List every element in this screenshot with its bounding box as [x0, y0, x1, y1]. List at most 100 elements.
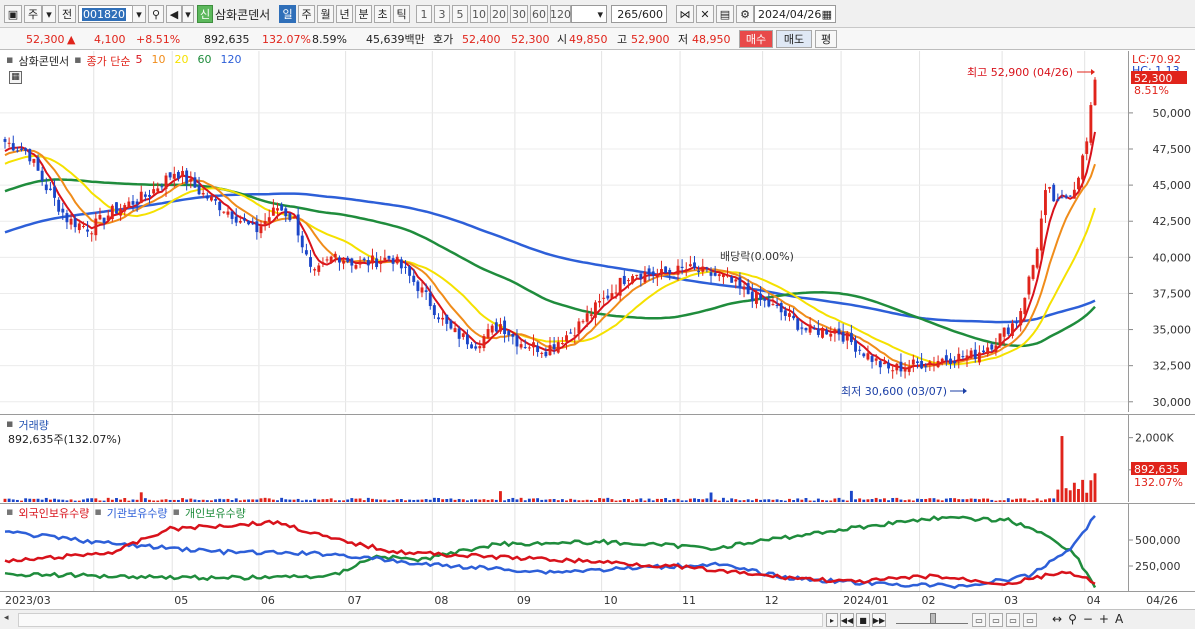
volume-ratio: 132.07%: [262, 32, 311, 46]
volume-bar: [544, 499, 548, 502]
candle-body: [1068, 195, 1072, 197]
expand-icon[interactable]: ↔: [1052, 612, 1062, 626]
candle-body: [717, 274, 721, 277]
ask-label: 호가: [433, 33, 454, 46]
market-selector[interactable]: 주: [24, 5, 42, 23]
count-field[interactable]: 265/600: [611, 5, 667, 23]
legend-ma-5: 5: [135, 53, 143, 66]
candle-body: [916, 361, 919, 363]
period-tab-5[interactable]: 초: [374, 5, 391, 23]
date-field[interactable]: 2024/04/26 ▦: [754, 5, 836, 23]
volume-bar: [371, 498, 374, 502]
period-tab-0[interactable]: 일: [279, 5, 296, 23]
volume-bar: [882, 498, 886, 502]
volume-bar: [412, 499, 416, 502]
last-price-pct: 8.51%: [1134, 84, 1169, 97]
view-icon-3[interactable]: ▭: [1006, 613, 1020, 627]
volume-bar: [391, 499, 395, 502]
volume-bar: [247, 499, 251, 502]
volume-bar: [742, 500, 746, 502]
interval-tab-30[interactable]: 30: [510, 5, 528, 23]
search-icon[interactable]: ⚲: [1068, 612, 1077, 626]
search-icon[interactable]: ⚲: [148, 5, 164, 23]
zoom-in-icon[interactable]: +: [1099, 612, 1109, 626]
view-icon-1[interactable]: ▭: [972, 613, 986, 627]
period-tab-6[interactable]: 틱: [393, 5, 410, 23]
volume-bar: [193, 499, 197, 502]
chart-tool-icon[interactable]: ⋈: [676, 5, 694, 23]
candle-body: [878, 361, 882, 368]
zoom-slider[interactable]: [896, 613, 968, 624]
candle-body: [243, 218, 246, 221]
grid-icon[interactable]: ▦: [9, 71, 22, 84]
volume-bar: [461, 499, 465, 502]
interval-dropdown[interactable]: ▾: [571, 5, 607, 23]
view-icon-2[interactable]: ▭: [989, 613, 1003, 627]
interval-tab-1[interactable]: 1: [416, 5, 432, 23]
speaker-icon[interactable]: ◀: [166, 5, 182, 23]
volume-bar: [977, 499, 981, 502]
volume-bar: [379, 499, 383, 502]
volume-bar: [209, 500, 213, 502]
interval-tab-5[interactable]: 5: [452, 5, 468, 23]
save-icon[interactable]: ▤: [716, 5, 734, 23]
candle-body: [424, 290, 428, 292]
chevron-down-icon[interactable]: ▾: [182, 5, 194, 23]
candle-body: [300, 235, 304, 248]
stock-code-input[interactable]: 001820: [78, 5, 138, 23]
interval-tab-120[interactable]: 120: [550, 5, 571, 23]
price-chart[interactable]: 최고 52,900 (04/26) 최저 30,600 (03/07) 배당락(0.…: [0, 51, 1128, 412]
volume-bar: [734, 499, 738, 502]
crosshair-icon[interactable]: ✕: [696, 5, 714, 23]
font-size-icon[interactable]: A: [1115, 612, 1123, 626]
interval-tab-10[interactable]: 10: [470, 5, 488, 23]
period-tab-4[interactable]: 분: [355, 5, 372, 23]
period-tab-2[interactable]: 월: [317, 5, 334, 23]
zoom-out-icon[interactable]: −: [1083, 612, 1093, 626]
volume-last-pct: 132.07%: [1134, 476, 1183, 489]
volume-chart[interactable]: [0, 415, 1128, 503]
volume-bar: [499, 491, 502, 502]
volume-bar: [709, 492, 713, 502]
zoom-slider-handle[interactable]: [930, 613, 936, 624]
candle-body: [560, 343, 564, 345]
candle-body: [1089, 105, 1093, 143]
volume-bar: [672, 498, 676, 502]
volume-bar: [804, 498, 808, 502]
horizontal-scrollbar[interactable]: [18, 613, 823, 627]
interval-tab-20[interactable]: 20: [490, 5, 508, 23]
eval-button[interactable]: 평: [815, 30, 837, 48]
rewind-icon[interactable]: ◀◀: [840, 613, 854, 627]
legend-ma-20: 20: [174, 53, 189, 66]
candle-body: [90, 233, 94, 235]
window-menu-icon[interactable]: ▣: [4, 5, 22, 23]
gear-icon[interactable]: ⚙: [736, 5, 754, 23]
volume-bar: [668, 500, 672, 502]
candle-body: [461, 333, 465, 337]
period-tab-3[interactable]: 년: [336, 5, 353, 23]
chevron-down-icon[interactable]: ▾: [132, 5, 146, 23]
volume-bar: [404, 500, 407, 502]
candle-body: [445, 314, 449, 324]
prev-button[interactable]: 전: [58, 5, 76, 23]
candle-body: [218, 201, 222, 211]
view-icon-4[interactable]: ▭: [1023, 613, 1037, 627]
buy-button[interactable]: 매수: [739, 30, 773, 48]
step-right-icon[interactable]: ▸: [826, 613, 838, 627]
volume-bar: [527, 498, 531, 502]
candle-body: [660, 269, 663, 275]
interval-tab-60[interactable]: 60: [530, 5, 548, 23]
interval-tab-3[interactable]: 3: [434, 5, 450, 23]
new-badge: 신: [197, 5, 213, 23]
fast-forward-icon[interactable]: ▶▶: [872, 613, 886, 627]
chevron-down-icon[interactable]: ▾: [42, 5, 56, 23]
scroll-left-icon[interactable]: ◂: [4, 613, 16, 627]
volume-bar: [903, 500, 907, 502]
candle-body: [1060, 197, 1064, 199]
period-tab-1[interactable]: 주: [298, 5, 315, 23]
zoom-controls: ↔ ⚲ − + A: [1052, 612, 1123, 626]
sell-button[interactable]: 매도: [776, 30, 812, 48]
candle-body: [280, 204, 284, 211]
stop-icon[interactable]: ■: [856, 613, 870, 627]
volume-bar: [156, 500, 160, 502]
